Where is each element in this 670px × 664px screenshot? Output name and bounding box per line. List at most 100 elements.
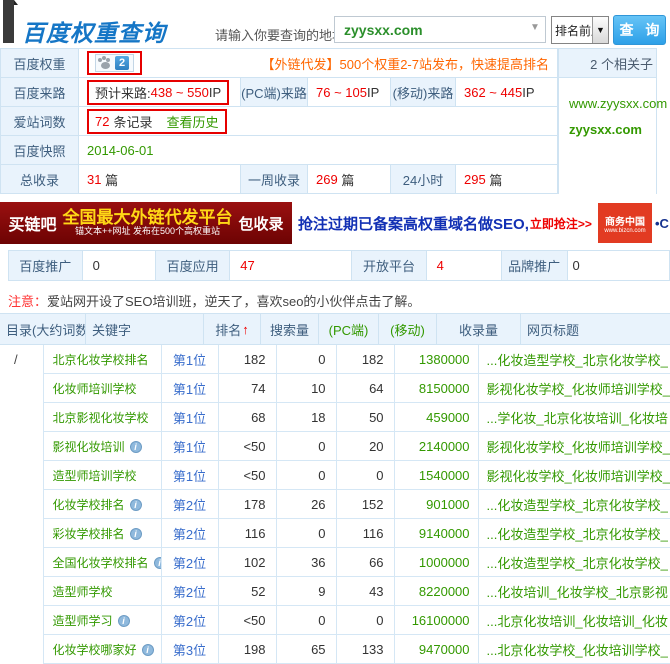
info-icon[interactable]: i — [130, 499, 142, 511]
rank-link[interactable]: 第2位 — [162, 606, 219, 635]
index-volume-value: 16100000 — [395, 606, 479, 635]
keyword-link[interactable]: 影视化妆培训i — [44, 432, 162, 461]
rank-link[interactable]: 第2位 — [162, 548, 219, 577]
row-baidu-snapshot: 百度快照 2014-06-01 — [1, 136, 558, 165]
header-directory: 目录(大约词数) — [0, 314, 86, 344]
keyword-link[interactable]: 化妆学校哪家好i — [44, 635, 162, 664]
banner-edge-text: •C — [652, 202, 670, 244]
keyword-link[interactable]: 造型师学习i — [44, 606, 162, 635]
info-icon[interactable]: i — [142, 644, 154, 656]
page-title-link[interactable]: ...化妆造型学校_北京化妆学校_ — [479, 490, 670, 519]
row-baidu-traffic: 百度来路 预计来路:438 ~ 550IP (PC端)来路 76 ~ 105IP… — [1, 78, 558, 107]
sort-ascending-icon: ↑ — [242, 322, 249, 337]
keyword-link[interactable]: 造型师学校 — [44, 577, 162, 606]
promo-link[interactable]: 【外链代发】500个权重2-7站发布，快速提高排名 — [262, 54, 549, 73]
info-icon[interactable]: i — [118, 615, 130, 627]
mobile-volume-value: 66 — [337, 548, 395, 577]
words-unit: 条记录 — [113, 112, 152, 131]
page-title-link[interactable]: ...北京化妆培训_化妆培训_化妆 — [479, 606, 670, 635]
info-icon[interactable]: i — [154, 557, 162, 569]
week-index-label: 一周收录 — [241, 165, 308, 194]
related-subdomains-header: 2 个相关子 — [559, 49, 656, 78]
header-keyword: 关键字 — [86, 314, 204, 344]
row-baidu-weight: 百度权重 2 【外链代发】500个权重2-7站发布，快速提高排名 — [1, 49, 558, 78]
keyword-link[interactable]: 北京影视化妆学校 — [44, 403, 162, 432]
info-icon[interactable]: i — [130, 441, 142, 453]
index-volume-value: 901000 — [395, 490, 479, 519]
total-index-unit: 篇 — [105, 170, 118, 189]
baidu-snapshot-label: 百度快照 — [1, 136, 79, 165]
keyword-link[interactable]: 化妆师培训学校 — [44, 374, 162, 403]
search-volume-value: <50 — [219, 432, 277, 461]
ribbon-logo-mark — [3, 0, 14, 43]
input-dropdown-icon[interactable]: ▼ — [530, 22, 540, 33]
view-history-link[interactable]: 查看历史 — [166, 112, 218, 131]
keyword-link[interactable]: 全国化妆学校排名i — [44, 548, 162, 577]
rank-link[interactable]: 第1位 — [162, 374, 219, 403]
search-volume-value: 178 — [219, 490, 277, 519]
ad-tail: 包收录 — [239, 213, 284, 234]
pc-traffic-unit: IP — [367, 85, 379, 100]
baidu-traffic-label: 百度来路 — [1, 78, 79, 107]
page-title-link[interactable]: ...北京化妆学校_化妆培训学校_ — [479, 635, 670, 664]
index-volume-value: 1000000 — [395, 548, 479, 577]
subdomain-link[interactable]: www.zyysxx.com — [569, 91, 656, 117]
pc-volume-value: 18 — [277, 403, 337, 432]
week-index-value: 269 — [316, 172, 338, 187]
notice-text: 注意：爱站网开设了SEO培训班，逆天了，喜欢seo的小伙伴点击了解。 — [8, 291, 420, 310]
header-rank[interactable]: 排名↑ — [204, 314, 261, 344]
page-header: 百度权重查询 请输入你要查询的地址： ▼ 排名前后 ▼ 查 询 — [0, 0, 670, 48]
mobile-volume-value: 152 — [337, 490, 395, 519]
page-title-link[interactable]: ...化妆造型学校_北京化妆学校_ — [479, 548, 670, 577]
page-title-link[interactable]: 影视化妆学校_化妆师培训学校_ — [479, 374, 670, 403]
query-button[interactable]: 查 询 — [613, 15, 666, 45]
search-volume-value: 74 — [219, 374, 277, 403]
bizcn-logo[interactable]: 商务中国 www.bizcn.com — [598, 203, 652, 243]
rank-link[interactable]: 第1位 — [162, 432, 219, 461]
est-traffic-value: 438 ~ 550 — [151, 85, 209, 100]
page-title-link[interactable]: ...学化妆_北京化妆培训_化妆培 — [479, 403, 670, 432]
subdomain-link[interactable]: zyysxx.com — [569, 117, 656, 143]
platform-stats-row: 百度推广0百度应用47开放平台4品牌推广0 — [8, 250, 670, 281]
keyword-link[interactable]: 彩妆学校排名i — [44, 519, 162, 548]
query-url-input[interactable] — [334, 16, 546, 43]
header-search-volume: 搜索量 — [261, 314, 319, 344]
rank-link[interactable]: 第1位 — [162, 461, 219, 490]
keyword-link[interactable]: 造型师培训学校 — [44, 461, 162, 490]
bizcn-logo-url: www.bizcn.com — [604, 228, 645, 234]
rank-order-select[interactable]: 排名前后 ▼ — [551, 16, 609, 44]
header-mobile: (移动) — [379, 314, 437, 344]
snapshot-date[interactable]: 2014-06-01 — [87, 143, 154, 158]
table-row: 北京影视化妆学校第1位681850459000...学化妆_北京化妆培训_化妆培 — [44, 403, 670, 432]
info-icon[interactable]: i — [130, 528, 142, 540]
ad-buy-links[interactable]: 买链吧 全国最大外链代发平台 锚文本++网址 发布在500个高权重站 包收录 — [0, 202, 292, 244]
rank-link[interactable]: 第1位 — [162, 403, 219, 432]
page-title-link[interactable]: 影视化妆学校_化妆师培训学校_ — [479, 461, 670, 490]
search-volume-value: 198 — [219, 635, 277, 664]
pc-volume-value: 0 — [277, 606, 337, 635]
weight-badge[interactable]: 2 — [95, 54, 134, 72]
rank-link[interactable]: 第3位 — [162, 635, 219, 664]
keyword-link[interactable]: 化妆学校排名i — [44, 490, 162, 519]
rank-link[interactable]: 第2位 — [162, 577, 219, 606]
stat-label: 百度推广 — [8, 250, 83, 281]
keyword-table: 目录(大约词数) 关键字 排名↑ 搜索量 (PC端) (移动) 收录量 网页标题… — [0, 313, 670, 664]
rank-link[interactable]: 第1位 — [162, 345, 219, 374]
row-index-counts: 总收录 31 篇 一周收录 269 篇 24小时 295 篇 — [1, 165, 558, 194]
keyword-link[interactable]: 北京化妆学校排名 — [44, 345, 162, 374]
page-title-link[interactable]: 影视化妆学校_化妆师培训学校_ — [479, 432, 670, 461]
rank-link[interactable]: 第2位 — [162, 519, 219, 548]
weight-highlight-box: 2 — [87, 51, 142, 75]
table-row: 影视化妆培训i第1位<500202140000影视化妆学校_化妆师培训学校_ — [44, 432, 670, 461]
page-title-link[interactable]: ...化妆培训_化妆学校_北京影视 — [479, 577, 670, 606]
stat-value: 4 — [426, 250, 502, 281]
page-title-link[interactable]: ...化妆造型学校_北京化妆学校_ — [479, 519, 670, 548]
notice-body[interactable]: 爱站网开设了SEO培训班，逆天了，喜欢seo的小伙伴点击了解。 — [47, 294, 420, 309]
search-volume-value: 182 — [219, 345, 277, 374]
ad-domain-grab[interactable]: 抢注过期已备案高权重域名做SEO, 立即抢注>> — [292, 202, 598, 244]
rank-link[interactable]: 第2位 — [162, 490, 219, 519]
table-row: 造型师培训学校第1位<50001540000影视化妆学校_化妆师培训学校_ — [44, 461, 670, 490]
page-title-link[interactable]: ...化妆造型学校_北京化妆学校_ — [479, 345, 670, 374]
est-traffic-unit: IP — [209, 85, 221, 100]
words-highlight-box: 72 条记录 查看历史 — [87, 109, 227, 134]
